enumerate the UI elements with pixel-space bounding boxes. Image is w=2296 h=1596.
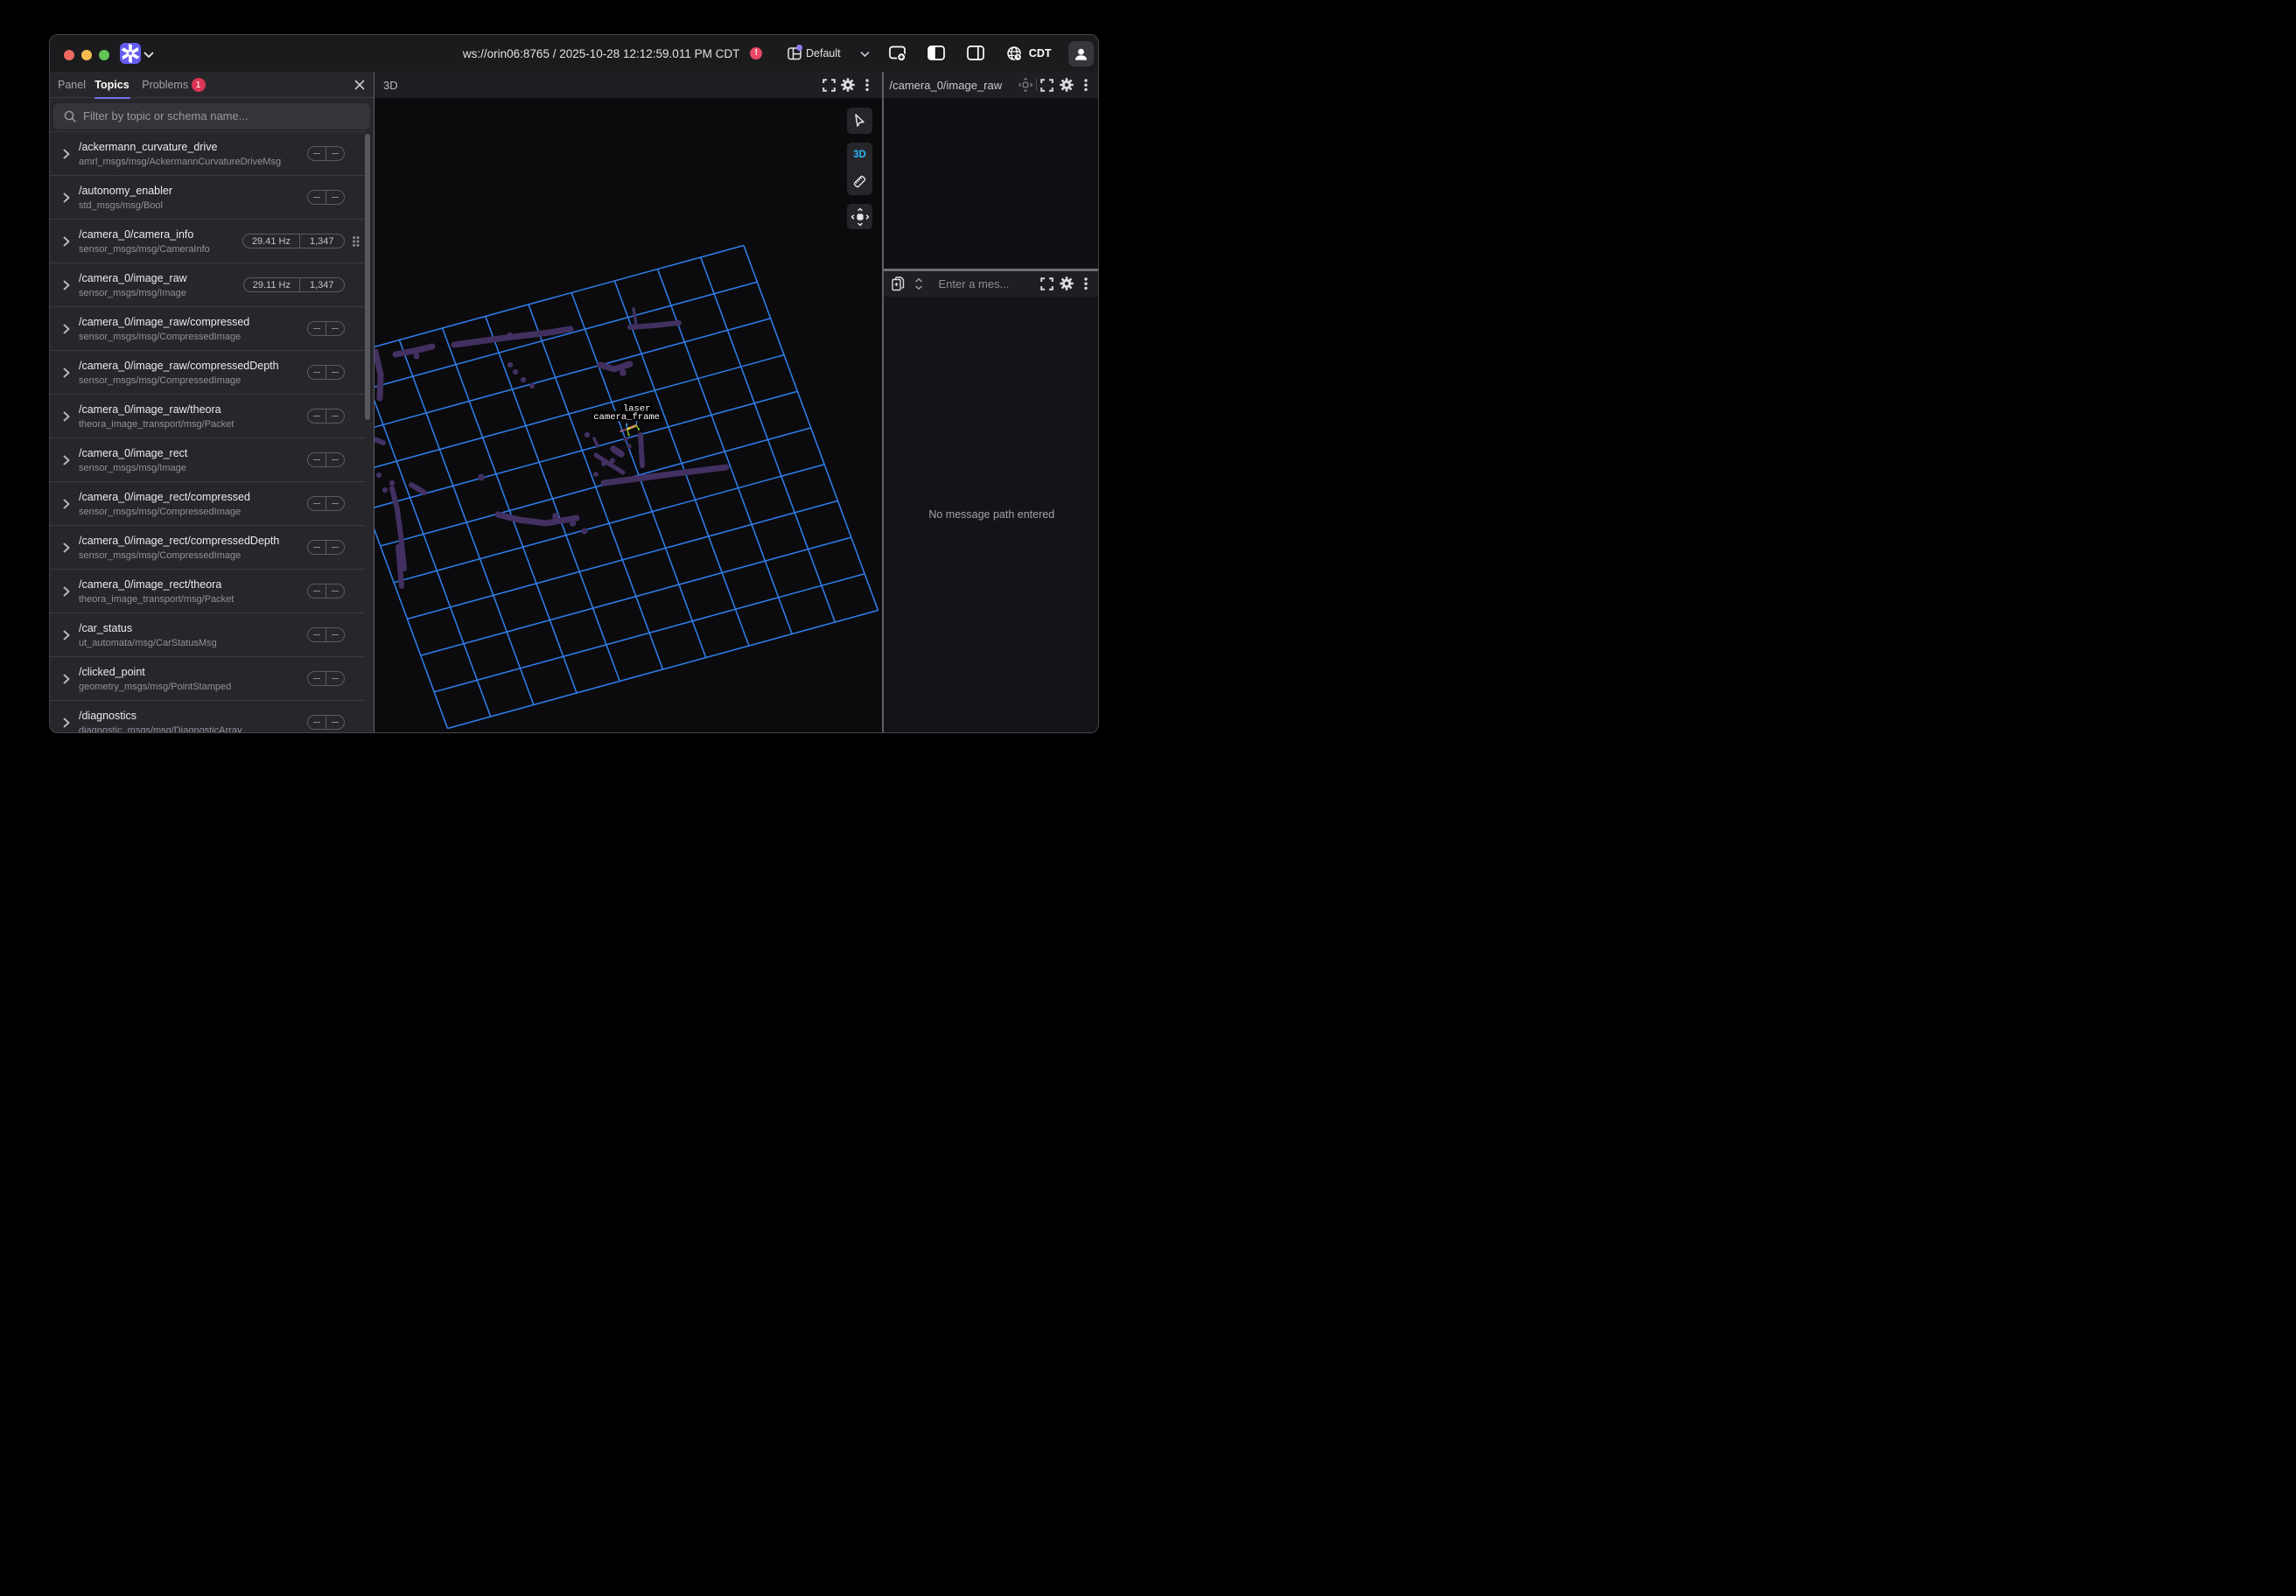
- svg-text:camera_frame: camera_frame: [593, 412, 660, 423]
